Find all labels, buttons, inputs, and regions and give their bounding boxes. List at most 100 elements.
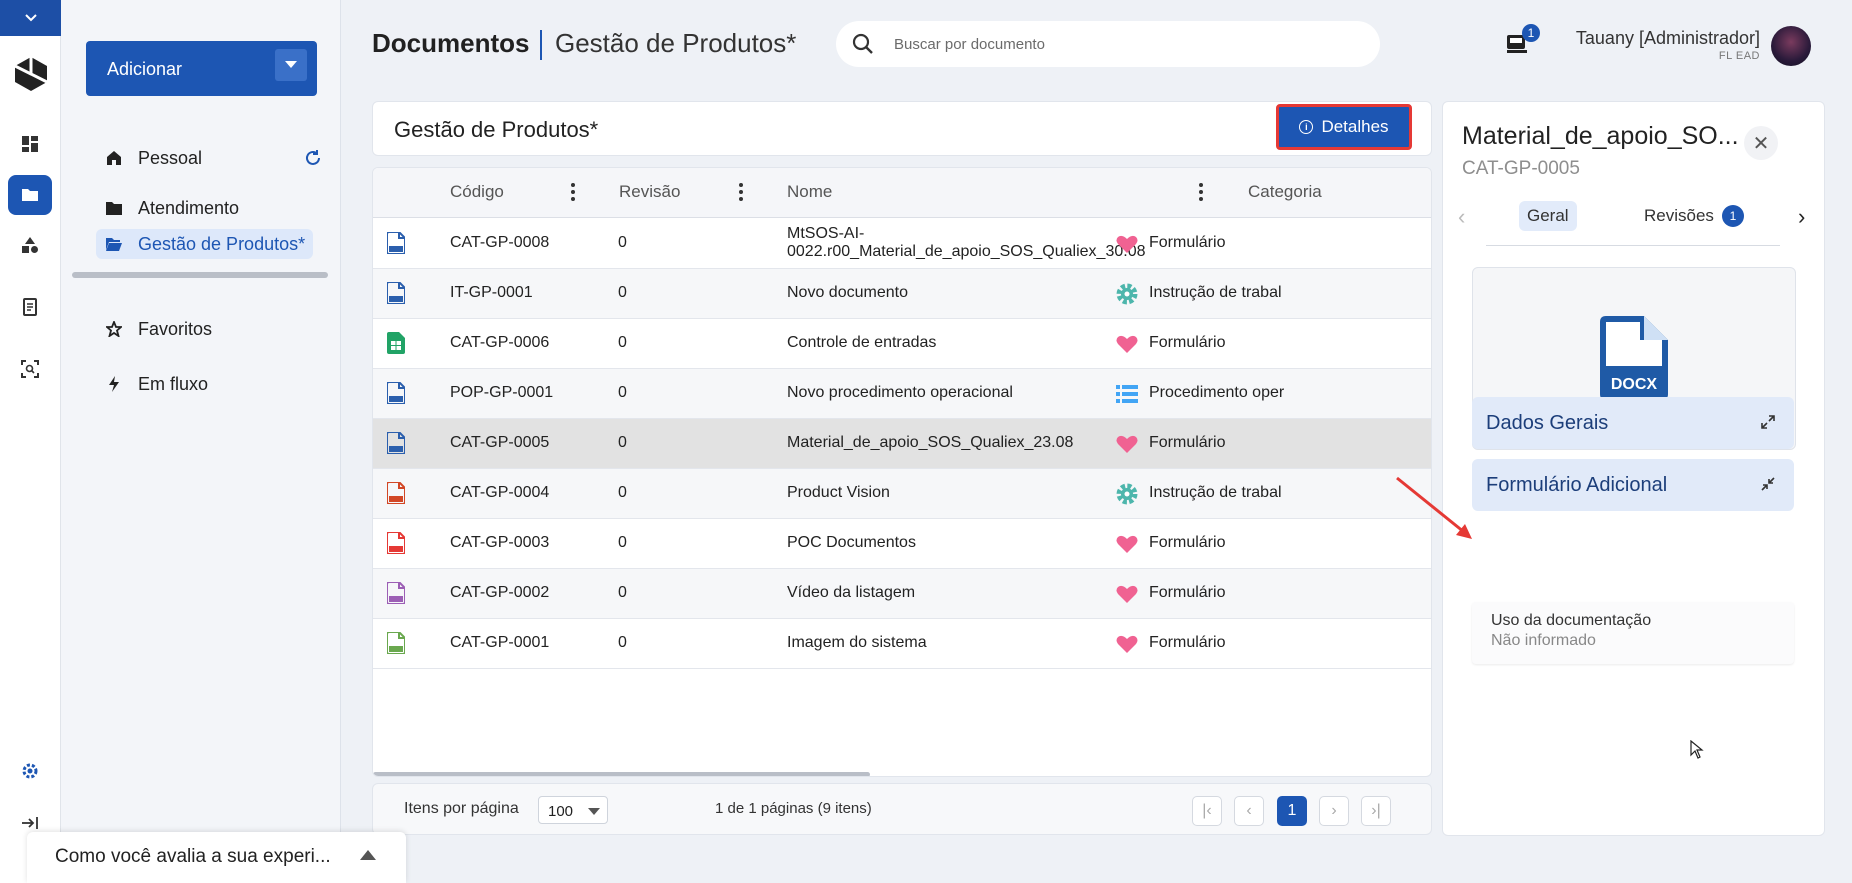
document-list-icon: [23, 298, 37, 316]
table-row[interactable]: CAT-GP-0008 0 MtSOS-AI- 0022.r00_Material_d…: [373, 219, 1431, 269]
cell-category: Procedimento oper: [1149, 384, 1285, 401]
items-per-page-value: 100: [548, 803, 574, 820]
shapes-icon: [22, 237, 38, 253]
cell-revision: 0: [618, 384, 627, 401]
sidebar-item-favoritos[interactable]: Favoritos: [104, 314, 212, 344]
xlsx-file-icon: [387, 332, 405, 354]
tab-label: Geral: [1527, 206, 1569, 225]
previous-page-button[interactable]: ‹: [1234, 796, 1264, 826]
records-button[interactable]: [8, 287, 52, 327]
tabs-scroll-right-icon[interactable]: ›: [1798, 204, 1805, 230]
heart-icon: [1116, 335, 1138, 353]
heart-icon: [1116, 585, 1138, 603]
table-horizontal-scrollbar[interactable]: [373, 772, 870, 776]
search-input[interactable]: [894, 32, 1354, 56]
close-icon: ✕: [1752, 132, 1770, 155]
column-menu-icon[interactable]: [571, 183, 575, 201]
cell-name: 0022.r00_Material_de_apoio_SOS_Qualiex_3…: [787, 243, 1146, 260]
png-file-icon: [387, 632, 405, 654]
chevron-up-icon: [360, 850, 376, 860]
column-header-nome[interactable]: Nome: [787, 182, 832, 202]
sidebar-item-pessoal[interactable]: Pessoal: [104, 143, 202, 173]
dashboard-icon: [22, 136, 38, 152]
feedback-widget[interactable]: Como você avalia a sua experi...: [27, 832, 406, 883]
cell-code: IT-GP-0001: [450, 284, 533, 301]
next-page-button[interactable]: ›: [1319, 796, 1349, 826]
heart-icon: [1116, 435, 1138, 453]
cell-name: Imagem do sistema: [787, 634, 927, 651]
table-row[interactable]: POP-GP-0001 0 Novo procedimento operaciona…: [373, 369, 1431, 419]
cell-name: POC Documentos: [787, 534, 916, 551]
items-per-page-label: Itens por página: [404, 800, 519, 817]
sidebar-item-em-fluxo[interactable]: Em fluxo: [104, 369, 208, 399]
documents-button[interactable]: [8, 175, 52, 215]
column-header-categoria[interactable]: Categoria: [1248, 182, 1322, 202]
cell-code: CAT-GP-0005: [450, 434, 550, 451]
tab-label: Revisões: [1644, 206, 1714, 225]
close-details-button[interactable]: ✕: [1744, 126, 1778, 160]
feedback-text: Como você avalia a sua experi...: [55, 846, 331, 867]
table-row[interactable]: CAT-GP-0004 0 Product Vision Instrução de t…: [373, 469, 1431, 519]
table-row[interactable]: CAT-GP-0001 0 Imagem do sistema Formulário: [373, 619, 1431, 669]
cell-name: Novo procedimento operacional: [787, 384, 1013, 401]
scan-search-button[interactable]: [8, 349, 52, 389]
cell-revision: 0: [618, 284, 627, 301]
cell-name: Vídeo da listagem: [787, 584, 916, 601]
cell-name: Novo documento: [787, 284, 908, 301]
notifications-button[interactable]: 1: [1504, 24, 1540, 60]
mouse-cursor-icon: [1690, 740, 1704, 759]
section-formulario-adicional[interactable]: Formulário Adicional: [1472, 459, 1794, 511]
tabs-scroll-left-icon[interactable]: ‹: [1458, 204, 1465, 230]
left-rail: [0, 0, 61, 883]
tab-geral[interactable]: Geral: [1519, 201, 1577, 231]
refresh-icon[interactable]: [304, 149, 322, 167]
shapes-button[interactable]: [8, 225, 52, 265]
section-dados-gerais[interactable]: Dados Gerais: [1472, 397, 1794, 449]
avatar[interactable]: [1771, 26, 1811, 66]
add-button[interactable]: Adicionar: [86, 41, 317, 96]
add-dropdown-button[interactable]: [275, 49, 307, 81]
column-header-revisao[interactable]: Revisão: [619, 182, 680, 202]
table-row[interactable]: CAT-GP-0005 0 Material_de_apoio_SOS_Qualie…: [373, 419, 1431, 469]
column-menu-icon[interactable]: [1199, 183, 1203, 201]
user-name[interactable]: Tauany [Administrador]: [1576, 28, 1760, 49]
column-menu-icon[interactable]: [739, 183, 743, 201]
rail-toggle-button[interactable]: [0, 0, 61, 36]
search-icon: [852, 33, 873, 54]
panel-title: Gestão de Produtos*: [394, 117, 599, 142]
dashboard-button[interactable]: [8, 124, 52, 164]
page-1-button[interactable]: 1: [1277, 796, 1307, 826]
section-title: Dados Gerais: [1486, 412, 1609, 434]
chevron-down-icon: [24, 14, 37, 22]
pptx-file-icon: [387, 482, 405, 504]
sidebar-item-gestao-de-produtos[interactable]: Gestão de Produtos*: [96, 229, 314, 259]
add-button-label: Adicionar: [107, 59, 183, 79]
sidebar-scrollbar[interactable]: [72, 272, 328, 278]
last-page-button[interactable]: ›|: [1361, 796, 1391, 826]
app-logo[interactable]: [11, 54, 51, 94]
settings-icon: [22, 763, 38, 779]
first-page-button[interactable]: |‹: [1192, 796, 1222, 826]
caret-down-icon: [588, 808, 600, 815]
details-button[interactable]: i Detalhes: [1276, 104, 1412, 150]
cell-code: CAT-GP-0002: [450, 584, 550, 601]
table-row[interactable]: CAT-GP-0006 0 Controle de entradas Formulár…: [373, 319, 1431, 369]
pagination-bar: Itens por página 100 1 de 1 páginas (9 i…: [372, 783, 1432, 835]
info-icon: i: [1299, 120, 1314, 134]
cell-category: Formulário: [1149, 434, 1226, 451]
tab-revisoes[interactable]: Revisões 1: [1636, 201, 1752, 231]
column-header-codigo[interactable]: Código: [450, 182, 504, 202]
items-per-page-select[interactable]: 100: [538, 796, 608, 824]
table-row[interactable]: CAT-GP-0003 0 POC Documentos Formulário: [373, 519, 1431, 569]
cell-category: Formulário: [1149, 634, 1226, 651]
details-title: Material_de_apoio_SO...: [1462, 122, 1739, 150]
sidebar-item-label: Pessoal: [138, 147, 203, 168]
settings-button[interactable]: [8, 751, 52, 791]
table-row[interactable]: IT-GP-0001 0 Novo documento Instrução de tr…: [373, 269, 1431, 319]
table-row[interactable]: CAT-GP-0002 0 Vídeo da listagem Formulário: [373, 569, 1431, 619]
search-bar: [836, 21, 1380, 67]
field-value: Não informado: [1491, 632, 1596, 649]
sidebar-item-atendimento[interactable]: Atendimento: [104, 193, 239, 223]
gear-icon: [1116, 483, 1138, 505]
cell-revision: 0: [618, 334, 627, 351]
